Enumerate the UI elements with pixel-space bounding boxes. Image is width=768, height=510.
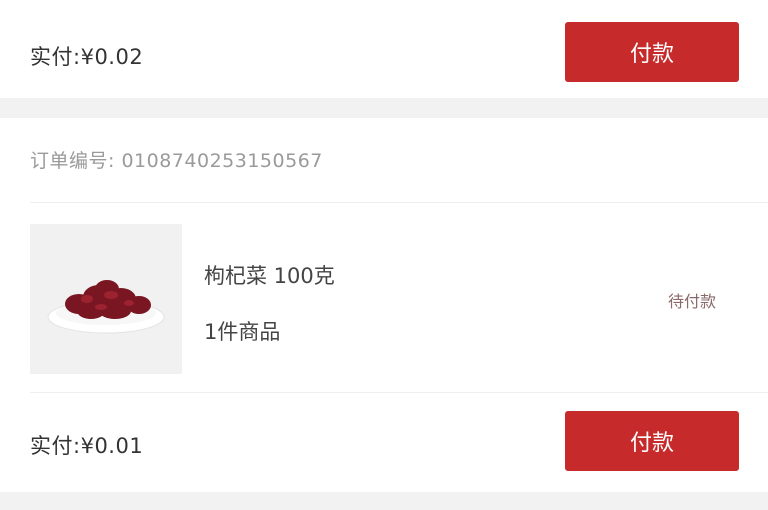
order-card-1: 实付:¥0.02 付款 <box>0 0 768 98</box>
dried-berries-plate-icon <box>47 280 165 334</box>
order-number-label: 订单编号: <box>30 150 115 172</box>
paid-total: 实付:¥0.02 <box>30 41 143 71</box>
product-name[interactable]: 枸杞菜 100克 <box>204 260 335 290</box>
paid-total: 实付:¥0.01 <box>30 430 143 460</box>
divider <box>30 392 768 393</box>
product-image[interactable] <box>30 224 182 374</box>
paid-label: 实付: <box>30 434 81 458</box>
order-number: 订单编号: 0108740253150567 <box>30 146 323 173</box>
order-number-value: 0108740253150567 <box>121 150 323 172</box>
product-quantity: 1件商品 <box>204 320 281 344</box>
pay-button[interactable]: 付款 <box>565 411 739 471</box>
paid-amount: ¥0.01 <box>80 434 144 458</box>
paid-amount: ¥0.02 <box>80 45 144 69</box>
pay-button[interactable]: 付款 <box>565 22 739 82</box>
divider <box>30 202 768 203</box>
paid-label: 实付: <box>30 45 81 69</box>
order-status: 待付款 <box>668 292 717 311</box>
